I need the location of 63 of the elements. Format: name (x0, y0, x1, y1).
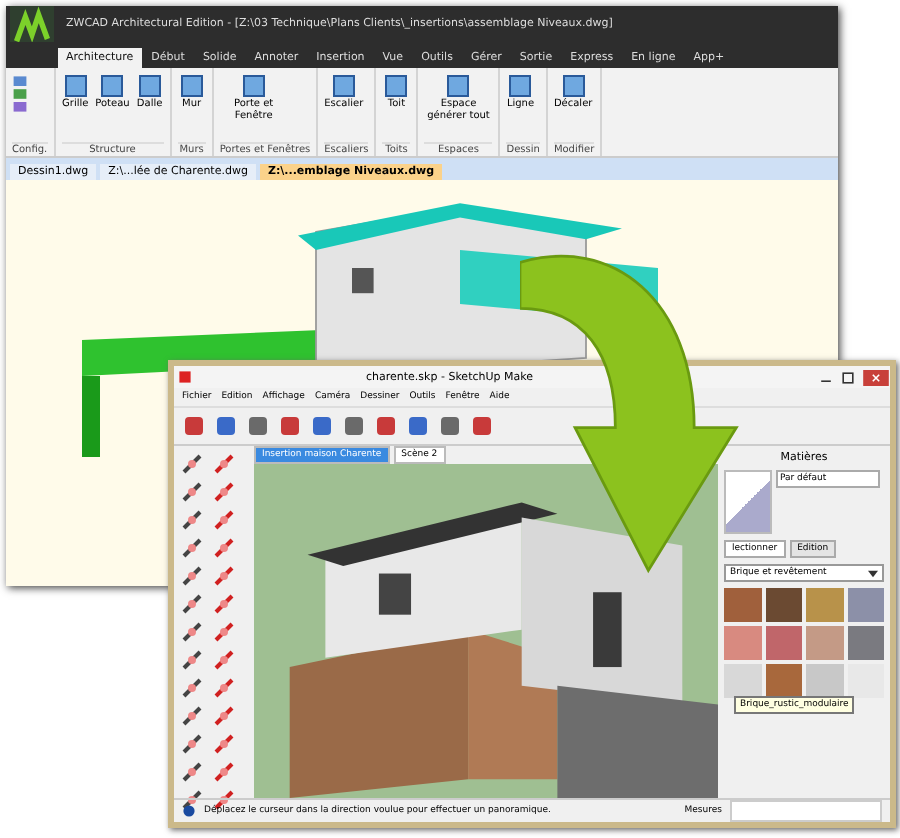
tool-icon (239, 72, 268, 100)
tool-icon (444, 72, 473, 100)
material-preview (724, 470, 772, 534)
tool-icon (177, 72, 206, 100)
close-icon[interactable] (862, 369, 890, 385)
material-swatch[interactable] (847, 588, 884, 622)
tool-icon[interactable] (180, 452, 204, 476)
material-swatch[interactable] (806, 664, 843, 698)
tool-icon[interactable] (180, 704, 204, 728)
maximize-icon[interactable] (840, 369, 856, 385)
measurements-field[interactable] (730, 800, 882, 822)
tool-icon[interactable] (212, 676, 236, 700)
material-swatch[interactable] (806, 588, 843, 622)
tool-icon[interactable] (212, 452, 236, 476)
tool-icon[interactable] (180, 760, 204, 784)
toolbar-icon[interactable] (278, 414, 302, 438)
tool-icon[interactable] (212, 592, 236, 616)
material-swatch[interactable] (847, 626, 884, 660)
toolbar-icon[interactable] (406, 414, 430, 438)
toolbar-icon[interactable] (214, 414, 238, 438)
tool-icon (61, 72, 90, 100)
toolbar-icon[interactable] (182, 414, 206, 438)
tool-icon[interactable] (180, 536, 204, 560)
toolbar-icon[interactable] (246, 414, 270, 438)
tool-icon[interactable] (212, 732, 236, 756)
tool-icon (329, 72, 358, 100)
tool-icon (98, 72, 127, 100)
material-swatch[interactable] (765, 664, 802, 698)
material-swatch[interactable] (806, 626, 843, 660)
toolbar-icon[interactable] (374, 414, 398, 438)
app-icon (178, 370, 192, 384)
toolbar-icon[interactable] (438, 414, 462, 438)
info-icon (182, 804, 196, 818)
material-swatch[interactable] (765, 626, 802, 660)
tool-icon[interactable] (180, 732, 204, 756)
tool-icon[interactable] (212, 620, 236, 644)
material-swatch[interactable] (724, 626, 761, 660)
toolbar-icon[interactable] (342, 414, 366, 438)
tool-icon[interactable] (212, 648, 236, 672)
tool-icon (382, 72, 411, 100)
tool-icon[interactable] (180, 592, 204, 616)
material-swatch[interactable] (765, 588, 802, 622)
tool-icon[interactable] (212, 760, 236, 784)
tool-icon[interactable] (180, 648, 204, 672)
tool-icon (135, 72, 164, 100)
material-swatch[interactable] (847, 664, 884, 698)
tool-icon[interactable] (180, 480, 204, 504)
tool-icon[interactable] (180, 676, 204, 700)
tool-icon[interactable] (180, 620, 204, 644)
tool-icon[interactable] (180, 564, 204, 588)
tool-icon (559, 72, 588, 100)
caret-icon (868, 569, 878, 577)
tool-icon[interactable] (212, 564, 236, 588)
material-swatch[interactable] (724, 588, 761, 622)
tool-icon[interactable] (180, 508, 204, 532)
tool-icon[interactable] (212, 536, 236, 560)
tool-icon[interactable] (212, 480, 236, 504)
toolbar-icon[interactable] (310, 414, 334, 438)
tool-icon[interactable] (212, 508, 236, 532)
toolbar-icon[interactable] (470, 414, 494, 438)
tool-icon[interactable] (212, 704, 236, 728)
tool-icon (506, 72, 535, 100)
material-swatch[interactable] (724, 664, 761, 698)
